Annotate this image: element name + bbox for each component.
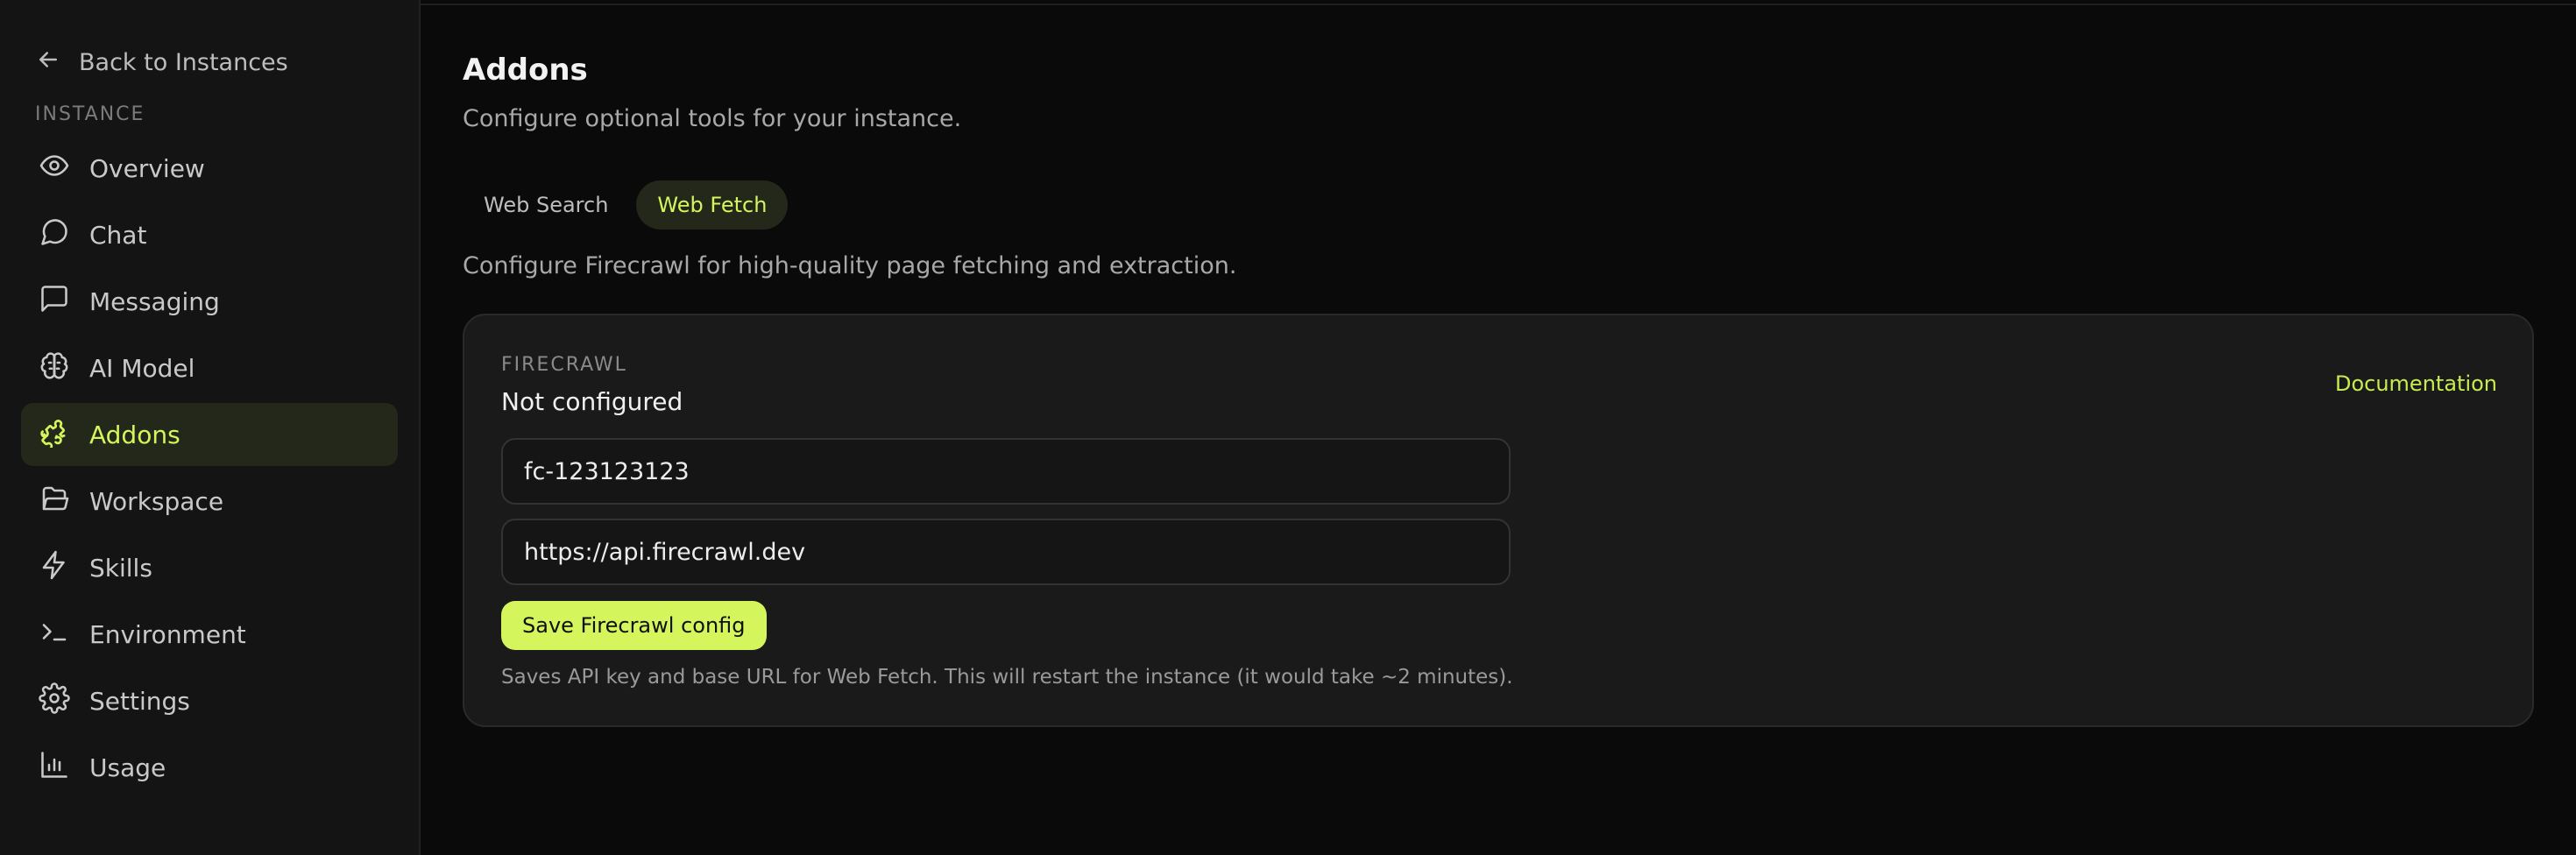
sidebar-item-label: Addons (89, 420, 180, 449)
sidebar-item-addons[interactable]: Addons (21, 403, 398, 466)
base-url-input[interactable] (501, 519, 1511, 585)
sidebar-item-workspace[interactable]: Workspace (21, 470, 398, 533)
provider-label: FIRECRAWL (501, 354, 627, 376)
page-title: Addons (463, 53, 588, 88)
sidebar-item-messaging[interactable]: Messaging (21, 270, 398, 333)
sidebar-item-label: Workspace (89, 486, 224, 516)
sidebar-item-label: Usage (89, 753, 166, 782)
sidebar-section-label: INSTANCE (35, 103, 145, 125)
firecrawl-card: FIRECRAWL Not configured Documentation S… (463, 314, 2534, 727)
main-content: Addons Configure optional tools for your… (421, 0, 2576, 855)
sidebar-item-overview[interactable]: Overview (21, 137, 398, 200)
tab-web-fetch[interactable]: Web Fetch (636, 180, 789, 230)
sidebar-item-skills[interactable]: Skills (21, 536, 398, 599)
terminal-icon (39, 616, 70, 654)
tab-web-search[interactable]: Web Search (463, 180, 629, 230)
sidebar-item-environment[interactable]: Environment (21, 603, 398, 666)
page-subtitle: Configure optional tools for your instan… (463, 105, 962, 132)
sidebar-item-ai-model[interactable]: AI Model (21, 336, 398, 399)
sidebar-item-label: Overview (89, 153, 205, 183)
puzzle-icon (39, 416, 70, 454)
sidebar-item-label: Environment (89, 619, 246, 649)
brain-icon (39, 350, 70, 387)
gear-icon (39, 682, 70, 720)
header-divider (421, 4, 2576, 5)
arrow-left-icon (35, 46, 61, 79)
eye-icon (39, 150, 70, 187)
back-link-label: Back to Instances (79, 48, 288, 76)
sidebar-item-label: Chat (89, 220, 147, 250)
sidebar-item-usage[interactable]: Usage (21, 736, 398, 799)
back-to-instances-link[interactable]: Back to Instances (35, 44, 288, 81)
sidebar-item-label: Skills (89, 553, 152, 583)
message-square-icon (39, 283, 70, 321)
addon-tabs: Web Search Web Fetch (463, 180, 789, 230)
sidebar: Back to Instances INSTANCE Overview Chat (0, 0, 421, 855)
folder-open-icon (39, 483, 70, 520)
section-description: Configure Firecrawl for high-quality pag… (463, 252, 1237, 279)
save-firecrawl-config-button[interactable]: Save Firecrawl config (501, 601, 767, 650)
sidebar-item-label: Settings (89, 686, 190, 716)
lightning-icon (39, 549, 70, 587)
api-key-input[interactable] (501, 438, 1511, 505)
bar-chart-icon (39, 749, 70, 787)
sidebar-nav: Overview Chat Messaging AI Model Addons … (21, 137, 398, 802)
sidebar-item-chat[interactable]: Chat (21, 203, 398, 266)
app-window: Back to Instances INSTANCE Overview Chat (0, 0, 2576, 855)
sidebar-item-settings[interactable]: Settings (21, 669, 398, 732)
documentation-link[interactable]: Documentation (2335, 371, 2497, 396)
sidebar-item-label: Messaging (89, 286, 220, 316)
chat-bubble-icon (39, 216, 70, 254)
sidebar-item-label: AI Model (89, 353, 195, 383)
config-status: Not configured (501, 387, 683, 416)
save-note: Saves API key and base URL for Web Fetch… (501, 666, 1513, 689)
